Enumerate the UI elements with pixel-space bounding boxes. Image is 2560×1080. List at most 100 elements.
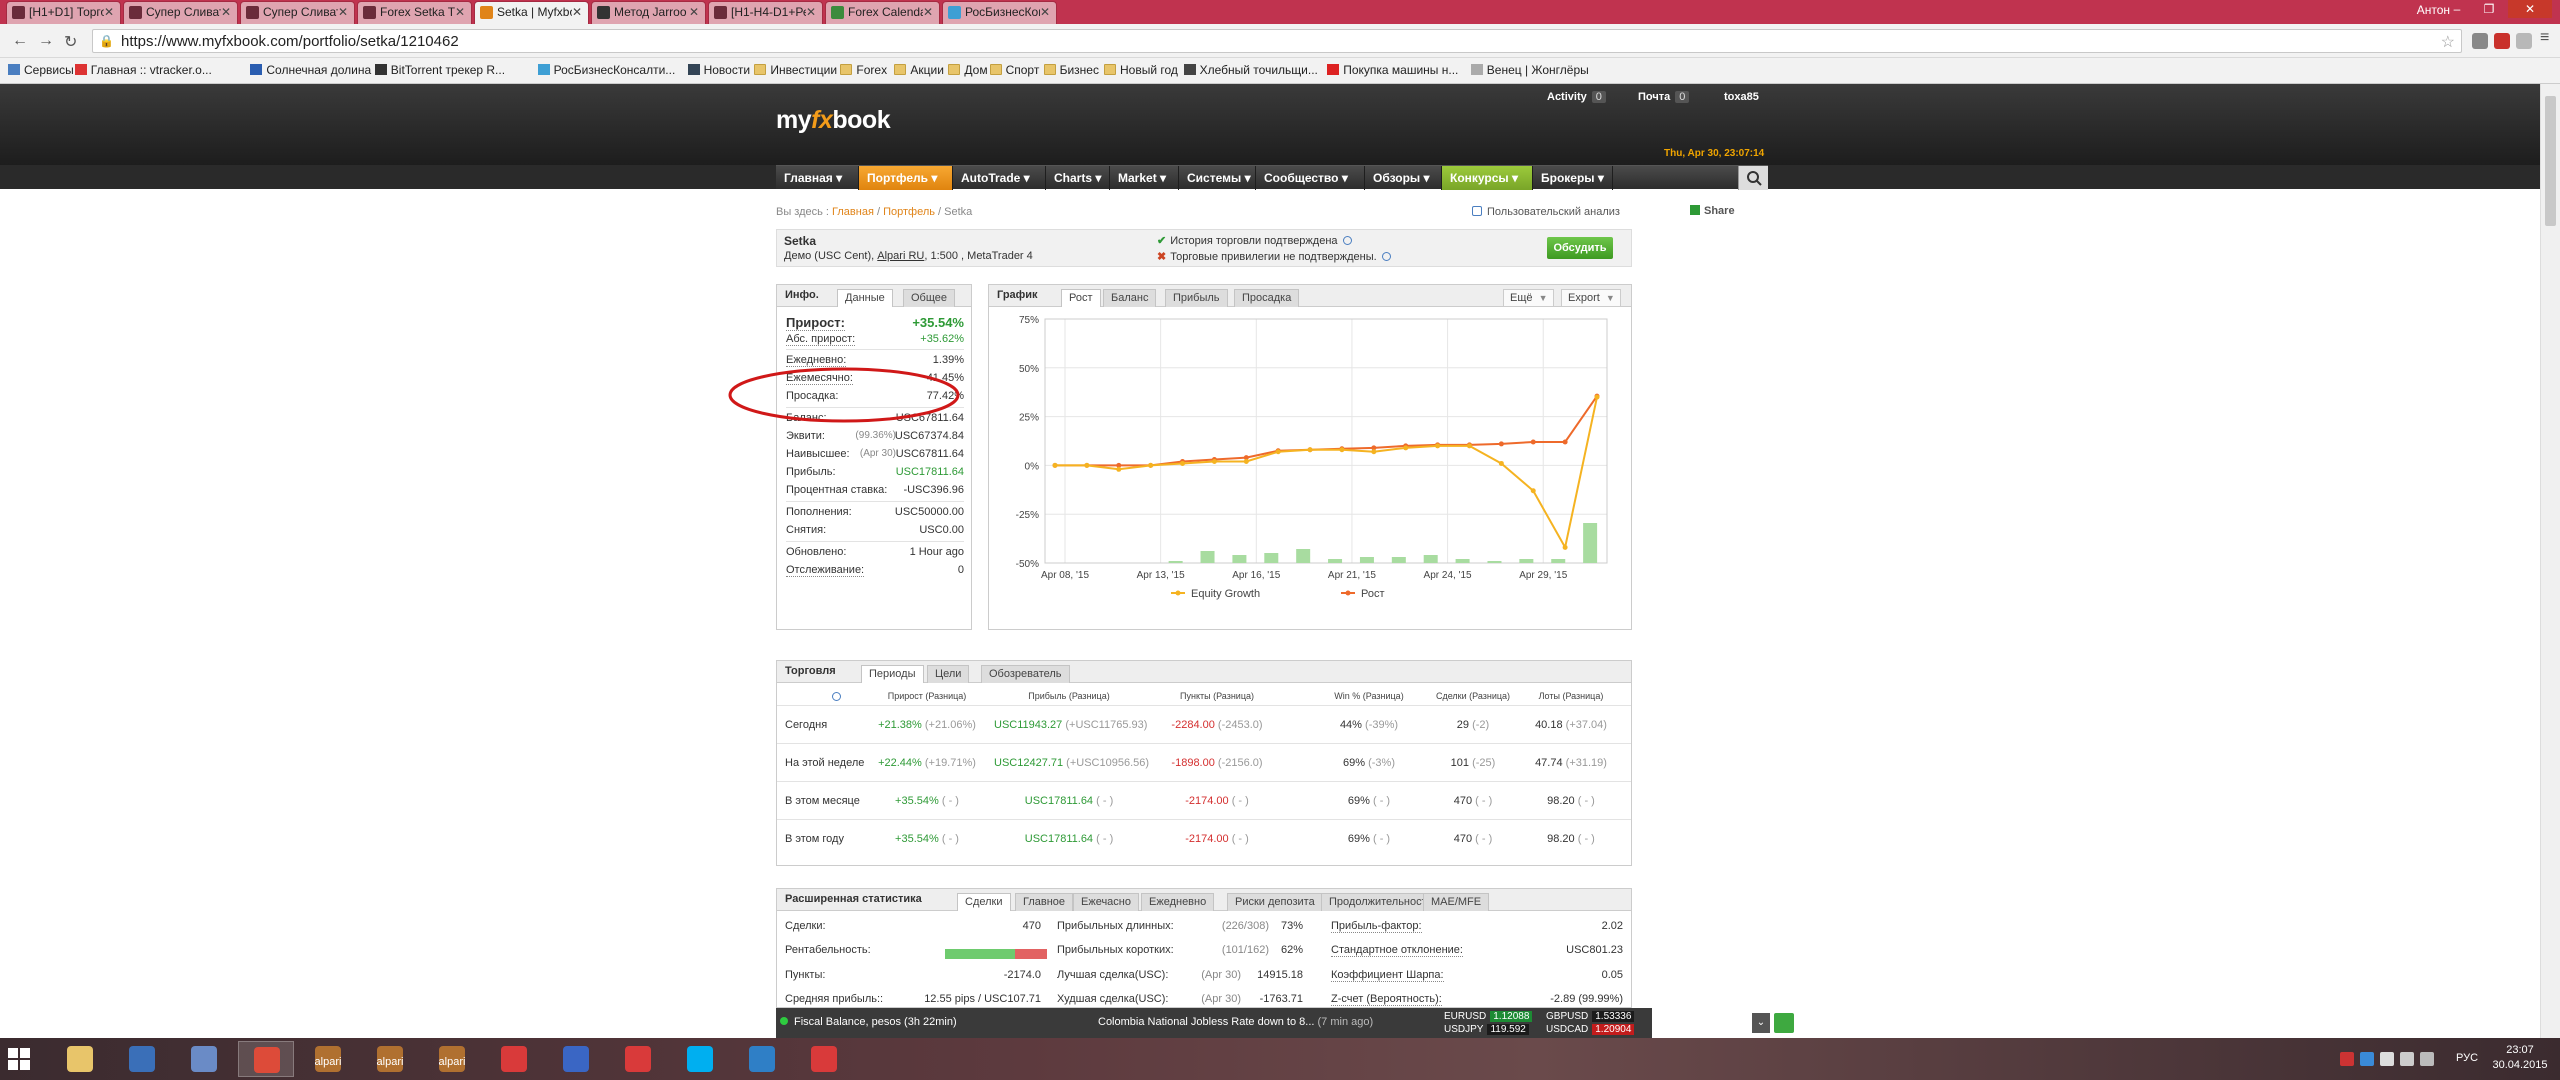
data-point[interactable]: [1180, 460, 1186, 466]
nav-menu-item[interactable]: Главная ▾: [776, 166, 859, 190]
extension-icon[interactable]: [2516, 33, 2532, 49]
tab-growth[interactable]: Рост: [1061, 289, 1101, 307]
share-button[interactable]: Share: [1690, 205, 1735, 217]
bookmark-item[interactable]: Инвестиции: [754, 63, 837, 77]
browser-tab[interactable]: [H1+D1] Торговая систе✕: [6, 1, 121, 24]
tab-goals[interactable]: Цели: [927, 665, 970, 683]
bookmark-star-icon[interactable]: ☆: [2441, 32, 2455, 52]
bookmark-item[interactable]: Новости: [687, 63, 750, 77]
data-point[interactable]: [1530, 439, 1536, 445]
url-input[interactable]: 🔒 https://www.myfxbook.com/portfolio/set…: [92, 29, 2462, 53]
bookmark-item[interactable]: Сервисы: [8, 63, 74, 77]
close-tab-icon[interactable]: ✕: [455, 2, 465, 23]
data-point[interactable]: [1275, 449, 1281, 455]
bookmark-item[interactable]: Хлебный точильщи...: [1183, 63, 1318, 77]
browser-tab[interactable]: [H1-H4-D1+Ренко] ТС "Р✕: [708, 1, 823, 24]
taskbar-app-button[interactable]: [734, 1041, 790, 1077]
taskbar-app-button[interactable]: alpari: [300, 1041, 356, 1077]
data-point[interactable]: [1116, 466, 1122, 472]
scroll-thumb[interactable]: [2545, 96, 2556, 226]
nav-menu-item[interactable]: Портфель ▾: [859, 166, 953, 190]
growth-chart[interactable]: 75% 50% 25% 0% -25% -50%Apr 08, '15 Apr 13, '1…: [989, 307, 1631, 629]
advanced-stats-tab[interactable]: Риски депозита: [1227, 893, 1323, 911]
data-point[interactable]: [1339, 447, 1345, 453]
tab-browser[interactable]: Обозреватель: [981, 665, 1070, 683]
myfxbook-logo[interactable]: myfxbook: [776, 106, 891, 135]
tab-drawdown[interactable]: Просадка: [1234, 289, 1300, 307]
tab-balance[interactable]: Баланс: [1103, 289, 1157, 307]
clock[interactable]: 23:07 30.04.2015: [2490, 1043, 2550, 1073]
close-window-button[interactable]: ✕: [2508, 0, 2552, 18]
data-point[interactable]: [1530, 488, 1536, 494]
tab-data[interactable]: Данные: [837, 289, 893, 307]
mail-link[interactable]: Почта 0: [1638, 91, 1690, 103]
ticker-news-item[interactable]: Colombia National Jobless Rate down to 8…: [1098, 1016, 1373, 1028]
taskbar-app-button[interactable]: [610, 1041, 666, 1077]
data-point[interactable]: [1084, 462, 1090, 468]
bookmark-item[interactable]: Новый год: [1104, 63, 1178, 77]
close-tab-icon[interactable]: ✕: [923, 2, 933, 23]
broker-link[interactable]: Alpari RU: [877, 250, 924, 262]
tray-icon[interactable]: [2340, 1052, 2354, 1066]
extension-icon[interactable]: [2472, 33, 2488, 49]
browser-tab[interactable]: Метод Jarroo - простая р✕: [591, 1, 706, 24]
menu-icon[interactable]: ≡: [2540, 29, 2549, 47]
stdev-label[interactable]: Стандартное отклонение:: [1331, 944, 1463, 957]
bookmark-item[interactable]: Главная :: vtracker.o...: [74, 63, 212, 77]
nav-menu-item[interactable]: Брокеры ▾: [1533, 166, 1613, 190]
taskbar-app-button[interactable]: [176, 1041, 232, 1077]
export-dropdown[interactable]: Export ▼: [1561, 289, 1621, 307]
advanced-stats-tab[interactable]: Ежечасно: [1073, 893, 1139, 911]
bookmark-item[interactable]: Акции: [894, 63, 944, 77]
volume-icon[interactable]: [2420, 1052, 2434, 1066]
username-link[interactable]: toxa85: [1724, 91, 1759, 103]
gain-label[interactable]: Прирост:: [786, 315, 845, 331]
extension-icon[interactable]: [2494, 33, 2510, 49]
taskbar-app-button[interactable]: [114, 1041, 170, 1077]
tab-periods[interactable]: Периоды: [861, 665, 924, 683]
reload-icon[interactable]: ↻: [64, 32, 77, 52]
browser-tab[interactable]: РосБизнесКонсалтинг —✕: [942, 1, 1057, 24]
browser-tab[interactable]: Forex Calendar @ Forex F✕: [825, 1, 940, 24]
close-tab-icon[interactable]: ✕: [1040, 2, 1050, 23]
bookmark-item[interactable]: Солнечная долина: [250, 63, 371, 77]
close-tab-icon[interactable]: ✕: [806, 2, 816, 23]
data-point[interactable]: [1562, 544, 1568, 550]
activity-link[interactable]: Activity 0: [1547, 91, 1606, 103]
flag-icon[interactable]: [2400, 1052, 2414, 1066]
close-tab-icon[interactable]: ✕: [221, 2, 231, 23]
data-point[interactable]: [1403, 445, 1409, 451]
more-dropdown[interactable]: Ещё ▼: [1503, 289, 1554, 307]
taskbar-app-button[interactable]: alpari: [362, 1041, 418, 1077]
advanced-stats-tab[interactable]: Главное: [1015, 893, 1074, 911]
browser-tab[interactable]: Forex Setka Trader - стр.✕: [357, 1, 472, 24]
help-icon[interactable]: [1381, 252, 1391, 261]
legend-label[interactable]: Equity Growth: [1191, 588, 1260, 600]
bookmark-item[interactable]: РосБизнесКонсалти...: [537, 63, 675, 77]
custom-analysis-link[interactable]: Пользовательский анализ: [1472, 206, 1620, 218]
data-point[interactable]: [1594, 394, 1600, 400]
data-point[interactable]: [1498, 460, 1504, 466]
tab-general[interactable]: Общее: [903, 289, 956, 307]
bookmark-item[interactable]: Венец | Жонглёры: [1470, 63, 1589, 77]
advanced-stats-tab[interactable]: MAE/MFE: [1423, 893, 1490, 911]
browser-tab[interactable]: Setka | Myfxbook✕: [474, 1, 589, 24]
help-icon[interactable]: [1342, 236, 1352, 245]
taskbar-app-button[interactable]: alpari: [424, 1041, 480, 1077]
help-icon[interactable]: [832, 692, 841, 701]
search-button[interactable]: [1738, 166, 1768, 190]
close-tab-icon[interactable]: ✕: [689, 2, 699, 23]
quote-gbpusd[interactable]: GBPUSD 1.53336: [1546, 1011, 1635, 1022]
nav-menu-item[interactable]: Market ▾: [1110, 166, 1179, 190]
tray-icon[interactable]: [2360, 1052, 2374, 1066]
browser-tab[interactable]: Супер Сливатор Ilan (Ил✕: [240, 1, 355, 24]
bookmark-item[interactable]: Покупка машины н...: [1327, 63, 1458, 77]
nav-menu-item[interactable]: Charts ▾: [1046, 166, 1110, 190]
bookmark-item[interactable]: Forex: [840, 63, 887, 77]
network-icon[interactable]: [2380, 1052, 2394, 1066]
sharpe-label[interactable]: Коэффициент Шарпа:: [1331, 969, 1444, 982]
tracking-link[interactable]: Отслеживание:: [786, 564, 865, 577]
data-point[interactable]: [1435, 443, 1441, 449]
taskbar-app-button[interactable]: [548, 1041, 604, 1077]
taskbar-app-button[interactable]: [486, 1041, 542, 1077]
